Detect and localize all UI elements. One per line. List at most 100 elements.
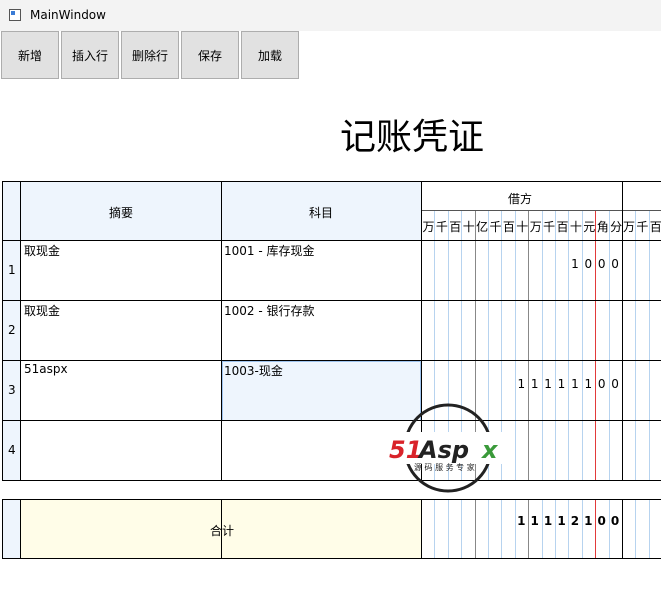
digit-separator xyxy=(515,210,516,480)
credit-unit-label: 百 xyxy=(649,220,661,234)
debit-unit-label: 百 xyxy=(502,220,515,234)
debit-unit-label: 百 xyxy=(556,220,569,234)
digit-separator xyxy=(515,499,516,558)
row-number: 3 xyxy=(8,383,16,397)
column-border xyxy=(622,499,623,558)
digit-separator xyxy=(648,210,650,480)
column-border xyxy=(421,499,422,558)
header-summary: 摘要 xyxy=(109,206,134,220)
debit-digit: 1 xyxy=(571,377,579,391)
digit-separator xyxy=(568,210,569,480)
debit-digit: 0 xyxy=(597,257,606,271)
row-border xyxy=(2,480,661,481)
row-border xyxy=(2,360,661,361)
debit-digit: 1 xyxy=(584,377,593,391)
digit-separator xyxy=(542,499,543,558)
row-number: 4 xyxy=(8,443,16,457)
digit-separator xyxy=(434,499,435,558)
total-debit-digit: 0 xyxy=(610,514,620,528)
row-account[interactable]: 1001 - 库存现金 xyxy=(224,242,315,259)
total-debit-digit: 1 xyxy=(530,514,539,528)
total-debit-digit: 2 xyxy=(570,514,580,528)
debit-unit-label: 万 xyxy=(529,220,542,234)
digit-separator xyxy=(635,210,637,480)
debit-unit-label: 分 xyxy=(610,220,623,234)
debit-unit-label: 十 xyxy=(569,220,582,234)
debit-unit-label: 亿 xyxy=(476,220,489,234)
row-header-corner xyxy=(2,181,20,240)
total-row-header xyxy=(2,499,20,558)
row-border xyxy=(2,420,661,421)
row-border xyxy=(2,499,661,500)
debit-header-divider xyxy=(421,210,661,211)
row-summary[interactable]: 51aspx xyxy=(24,362,68,376)
column-border xyxy=(20,499,21,558)
debit-unit-label: 万 xyxy=(422,220,435,234)
row-summary[interactable]: 取现金 xyxy=(24,302,60,319)
column-border xyxy=(221,181,222,480)
debit-digit: 1 xyxy=(530,377,539,391)
delete-row-button[interactable]: 删除行 xyxy=(121,31,179,79)
svg-text:源 码 服 务 专 家: 源 码 服 务 专 家 xyxy=(414,462,475,472)
digit-separator xyxy=(528,210,529,480)
debit-digit: 0 xyxy=(611,377,619,391)
debit-digit: 1 xyxy=(571,257,579,271)
digit-separator xyxy=(448,499,449,558)
digit-separator xyxy=(568,499,569,558)
debit-digit: 1 xyxy=(544,377,552,391)
total-debit-digit: 1 xyxy=(543,514,553,528)
header-debit: 借方 xyxy=(508,192,533,206)
column-border xyxy=(2,499,3,558)
debit-digit: 1 xyxy=(517,377,526,391)
load-button[interactable]: 加载 xyxy=(241,31,299,79)
debit-unit-label: 十 xyxy=(516,220,529,234)
digit-separator xyxy=(582,210,583,480)
digit-separator xyxy=(555,499,556,558)
column-border xyxy=(2,181,3,480)
svg-text:51: 51 xyxy=(389,436,422,464)
debit-digit: 1 xyxy=(557,377,566,391)
row-account[interactable]: 1003-现金 xyxy=(224,362,283,379)
save-button[interactable]: 保存 xyxy=(181,31,239,79)
digit-separator xyxy=(648,499,650,558)
debit-digit: 0 xyxy=(611,257,619,271)
total-debit-digit: 1 xyxy=(557,514,566,528)
app-icon xyxy=(9,9,21,21)
digit-separator xyxy=(501,499,502,558)
row-number: 2 xyxy=(8,323,16,337)
total-debit-digit: 0 xyxy=(597,514,606,528)
row-border xyxy=(2,558,661,559)
column-border xyxy=(221,499,222,558)
debit-unit-label: 元 xyxy=(583,220,596,234)
row-summary[interactable]: 取现金 xyxy=(24,242,60,259)
debit-digit: 0 xyxy=(597,377,606,391)
digit-separator xyxy=(609,210,610,480)
debit-unit-label: 十 xyxy=(462,220,475,234)
credit-unit-label: 千 xyxy=(636,220,649,234)
total-debit-digit: 1 xyxy=(517,514,526,528)
digit-separator xyxy=(542,210,543,480)
debit-unit-label: 角 xyxy=(596,220,609,234)
debit-unit-label: 千 xyxy=(435,220,448,234)
debit-unit-label: 百 xyxy=(449,220,462,234)
row-account[interactable]: 1002 - 银行存款 xyxy=(224,302,315,319)
row-border xyxy=(2,181,661,182)
insert-row-button[interactable]: 插入行 xyxy=(61,31,119,79)
digit-separator xyxy=(555,210,556,480)
debit-unit-label: 千 xyxy=(489,220,502,234)
svg-text:x: x xyxy=(481,436,499,464)
digit-separator xyxy=(635,499,637,558)
voucher-title: 记账凭证 xyxy=(339,117,484,158)
column-border xyxy=(622,181,623,480)
digit-separator xyxy=(609,499,610,558)
51aspx-logo: 51 Asp x 源 码 服 务 专 家 xyxy=(389,403,504,493)
digit-separator xyxy=(595,499,596,558)
digit-separator xyxy=(461,499,462,558)
window-title: MainWindow xyxy=(30,8,106,22)
total-debit-digit: 1 xyxy=(584,514,593,528)
row-border xyxy=(2,300,661,301)
credit-unit-label: 万 xyxy=(623,220,636,234)
new-button[interactable]: 新增 xyxy=(1,31,59,79)
column-border xyxy=(20,181,21,480)
digit-separator xyxy=(582,499,583,558)
